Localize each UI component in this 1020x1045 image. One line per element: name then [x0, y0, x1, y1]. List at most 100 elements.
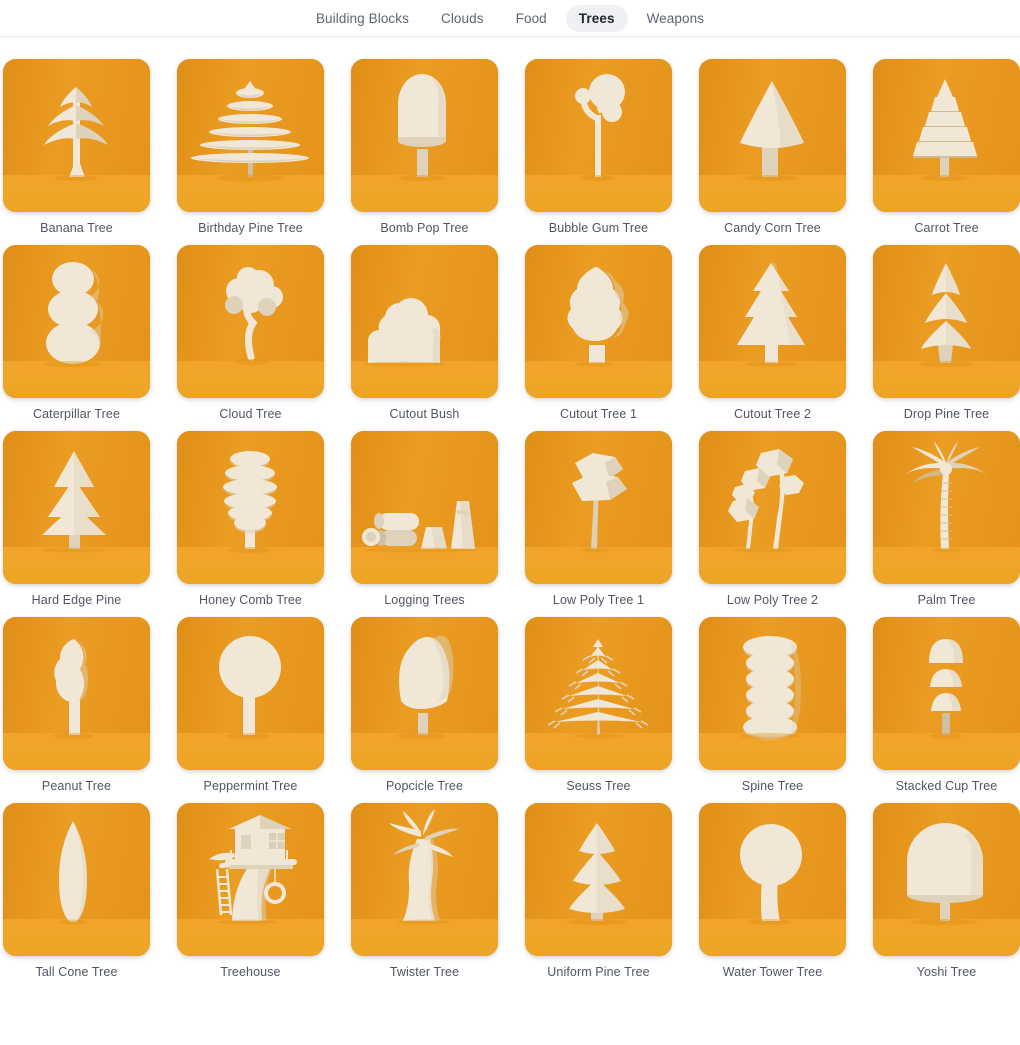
asset-render	[873, 245, 1020, 398]
asset-card[interactable]: Uniform Pine Tree	[525, 803, 672, 980]
asset-card[interactable]: Candy Corn Tree	[699, 59, 846, 236]
asset-card[interactable]: Caterpillar Tree	[3, 245, 150, 422]
asset-render	[699, 431, 846, 584]
asset-label: Popcicle Tree	[385, 779, 464, 793]
asset-render	[873, 803, 1020, 956]
asset-render	[177, 245, 324, 398]
asset-render	[525, 803, 672, 956]
asset-card[interactable]: Seuss Tree	[525, 617, 672, 794]
asset-card[interactable]: Cutout Tree 2	[699, 245, 846, 422]
asset-label: Banana Tree	[40, 221, 113, 235]
asset-label: Cutout Tree 1	[559, 407, 638, 421]
category-tab-bar: Building Blocks Clouds Food Trees Weapons	[0, 0, 1020, 37]
asset-label: Peppermint Tree	[203, 779, 298, 793]
asset-card[interactable]: Hard Edge Pine	[3, 431, 150, 608]
logging-trees-thumbnail[interactable]	[351, 431, 498, 584]
water-tower-tree-thumbnail[interactable]	[699, 803, 846, 956]
asset-card[interactable]: Bomb Pop Tree	[351, 59, 498, 236]
asset-render	[873, 617, 1020, 770]
caterpillar-tree-thumbnail[interactable]	[3, 245, 150, 398]
honey-comb-tree-thumbnail[interactable]	[177, 431, 324, 584]
asset-render	[351, 431, 498, 584]
asset-label: Bubble Gum Tree	[548, 221, 649, 235]
asset-card[interactable]: Twister Tree	[351, 803, 498, 980]
asset-card[interactable]: Spine Tree	[699, 617, 846, 794]
asset-card[interactable]: Stacked Cup Tree	[873, 617, 1020, 794]
cutout-bush-thumbnail[interactable]	[351, 245, 498, 398]
asset-card[interactable]: Drop Pine Tree	[873, 245, 1020, 422]
asset-label: Tall Cone Tree	[35, 965, 118, 979]
asset-label: Cutout Bush	[389, 407, 460, 421]
asset-label: Hard Edge Pine	[31, 593, 122, 607]
asset-label: Twister Tree	[389, 965, 460, 979]
uniform-pine-tree-thumbnail[interactable]	[525, 803, 672, 956]
bubble-gum-tree-thumbnail[interactable]	[525, 59, 672, 212]
asset-label: Stacked Cup Tree	[895, 779, 998, 793]
asset-render	[525, 431, 672, 584]
tab-building-blocks[interactable]: Building Blocks	[303, 5, 422, 32]
asset-render	[177, 59, 324, 212]
asset-card[interactable]: Peanut Tree	[3, 617, 150, 794]
asset-render	[699, 245, 846, 398]
asset-label: Birthday Pine Tree	[198, 221, 303, 235]
popcicle-tree-thumbnail[interactable]	[351, 617, 498, 770]
asset-card[interactable]: Low Poly Tree 1	[525, 431, 672, 608]
peppermint-tree-thumbnail[interactable]	[177, 617, 324, 770]
cloud-tree-thumbnail[interactable]	[177, 245, 324, 398]
asset-label: Peanut Tree	[41, 779, 112, 793]
asset-card[interactable]: Honey Comb Tree	[177, 431, 324, 608]
tall-cone-tree-thumbnail[interactable]	[3, 803, 150, 956]
asset-label: Drop Pine Tree	[903, 407, 990, 421]
asset-card[interactable]: Palm Tree	[873, 431, 1020, 608]
cutout-tree-1-thumbnail[interactable]	[525, 245, 672, 398]
treehouse-thumbnail[interactable]	[177, 803, 324, 956]
low-poly-tree-2-thumbnail[interactable]	[699, 431, 846, 584]
peanut-tree-thumbnail[interactable]	[3, 617, 150, 770]
bomb-pop-tree-thumbnail[interactable]	[351, 59, 498, 212]
asset-card[interactable]: Cutout Tree 1	[525, 245, 672, 422]
tab-food[interactable]: Food	[503, 5, 560, 32]
asset-label: Cloud Tree	[219, 407, 282, 421]
carrot-tree-thumbnail[interactable]	[873, 59, 1020, 212]
asset-card[interactable]: Treehouse	[177, 803, 324, 980]
hard-edge-pine-thumbnail[interactable]	[3, 431, 150, 584]
asset-render	[3, 59, 150, 212]
asset-card[interactable]: Birthday Pine Tree	[177, 59, 324, 236]
asset-card[interactable]: Carrot Tree	[873, 59, 1020, 236]
asset-label: Spine Tree	[741, 779, 804, 793]
asset-card[interactable]: Tall Cone Tree	[3, 803, 150, 980]
stacked-cup-tree-thumbnail[interactable]	[873, 617, 1020, 770]
asset-render	[525, 245, 672, 398]
asset-label: Low Poly Tree 2	[726, 593, 819, 607]
palm-tree-thumbnail[interactable]	[873, 431, 1020, 584]
asset-render	[873, 59, 1020, 212]
tab-weapons[interactable]: Weapons	[634, 5, 718, 32]
asset-card[interactable]: Yoshi Tree	[873, 803, 1020, 980]
twister-tree-thumbnail[interactable]	[351, 803, 498, 956]
tab-clouds[interactable]: Clouds	[428, 5, 497, 32]
asset-card[interactable]: Cutout Bush	[351, 245, 498, 422]
asset-render	[699, 803, 846, 956]
asset-card[interactable]: Popcicle Tree	[351, 617, 498, 794]
asset-card[interactable]: Low Poly Tree 2	[699, 431, 846, 608]
asset-card[interactable]: Bubble Gum Tree	[525, 59, 672, 236]
yoshi-tree-thumbnail[interactable]	[873, 803, 1020, 956]
candy-corn-tree-thumbnail[interactable]	[699, 59, 846, 212]
seuss-tree-thumbnail[interactable]	[525, 617, 672, 770]
asset-render	[3, 803, 150, 956]
drop-pine-tree-thumbnail[interactable]	[873, 245, 1020, 398]
spine-tree-thumbnail[interactable]	[699, 617, 846, 770]
asset-card[interactable]: Logging Trees	[351, 431, 498, 608]
asset-label: Cutout Tree 2	[733, 407, 812, 421]
asset-card[interactable]: Peppermint Tree	[177, 617, 324, 794]
asset-render	[3, 431, 150, 584]
birthday-pine-tree-thumbnail[interactable]	[177, 59, 324, 212]
banana-tree-thumbnail[interactable]	[3, 59, 150, 212]
asset-card[interactable]: Cloud Tree	[177, 245, 324, 422]
asset-card[interactable]: Banana Tree	[3, 59, 150, 236]
cutout-tree-2-thumbnail[interactable]	[699, 245, 846, 398]
asset-render	[3, 617, 150, 770]
low-poly-tree-1-thumbnail[interactable]	[525, 431, 672, 584]
tab-trees[interactable]: Trees	[565, 4, 628, 32]
asset-card[interactable]: Water Tower Tree	[699, 803, 846, 980]
